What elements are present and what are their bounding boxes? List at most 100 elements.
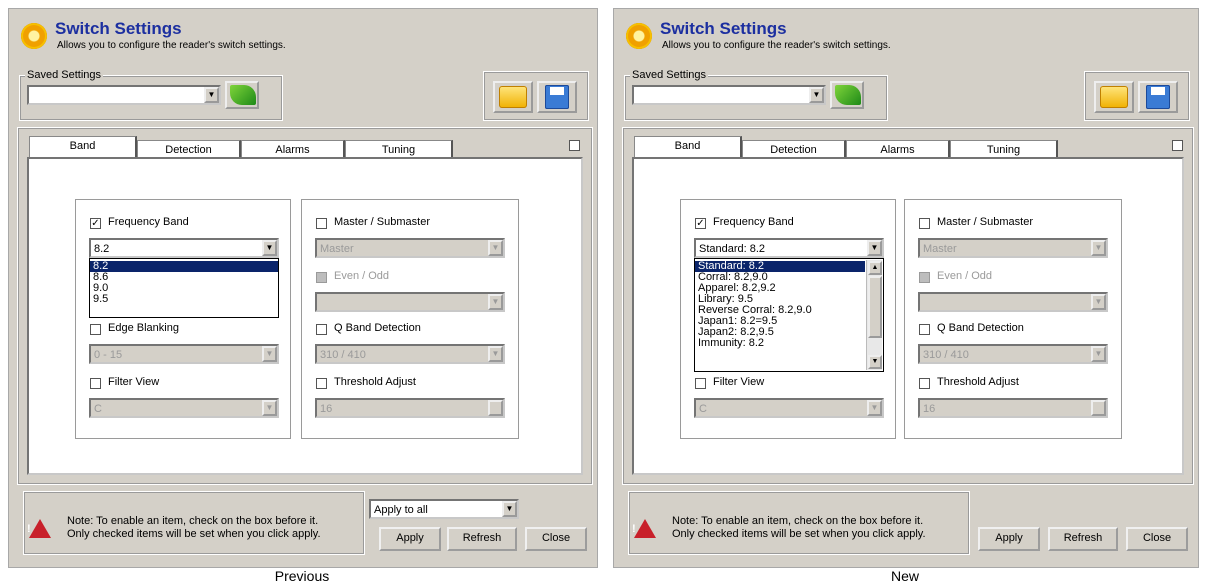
threshold-value: 16 (923, 403, 936, 415)
spinner-arrows[interactable] (1091, 400, 1106, 416)
frequency-band-label: Frequency Band (108, 216, 189, 228)
select-all-checkbox[interactable] (569, 140, 580, 151)
threshold-checkbox[interactable] (919, 378, 930, 389)
note-text-line1: Note: To enable an item, check on the bo… (67, 515, 319, 527)
note-text-line2: Only checked items will be set when you … (672, 528, 926, 540)
filter-view-select[interactable]: C ▼ (694, 398, 884, 418)
tab-alarms[interactable]: Alarms (846, 140, 950, 158)
tab-tuning[interactable]: Tuning (345, 140, 453, 158)
even-odd-select[interactable]: ▼ (918, 292, 1108, 312)
open-file-button[interactable] (1094, 81, 1134, 113)
filter-view-checkbox[interactable] (695, 378, 706, 389)
chevron-down-icon[interactable]: ▼ (1091, 240, 1106, 256)
edge-blanking-checkbox[interactable] (90, 324, 101, 335)
chevron-down-icon[interactable]: ▼ (867, 400, 882, 416)
chevron-down-icon[interactable]: ▼ (262, 240, 277, 256)
gear-icon (21, 23, 47, 49)
spinner-arrows[interactable] (488, 400, 503, 416)
even-odd-checkbox (919, 272, 930, 283)
warning-triangle-icon: ! (632, 519, 656, 538)
tab-band[interactable]: Band (634, 136, 742, 158)
frequency-band-checkbox[interactable]: ✓ (90, 218, 101, 229)
frequency-band-label: Frequency Band (713, 216, 794, 228)
even-odd-select[interactable]: ▼ (315, 292, 505, 312)
filter-view-checkbox[interactable] (90, 378, 101, 389)
chevron-down-icon[interactable]: ▼ (262, 400, 277, 416)
edge-blanking-select[interactable]: 0 - 15 ▼ (89, 344, 279, 364)
edge-blanking-value: 0 - 15 (94, 349, 123, 361)
q-band-select[interactable]: 310 / 410 ▼ (315, 344, 505, 364)
leaf-load-icon (230, 85, 256, 105)
chevron-down-icon[interactable]: ▼ (867, 240, 882, 256)
select-all-checkbox[interactable] (1172, 140, 1183, 151)
frequency-band-value: 8.2 (94, 243, 110, 255)
window-subtitle: Allows you to configure the reader's swi… (57, 40, 286, 51)
q-band-label: Q Band Detection (937, 322, 1024, 334)
scroll-up-icon[interactable]: ▲ (868, 261, 882, 275)
master-submaster-label: Master / Submaster (334, 216, 430, 228)
band-left-group: ✓ Frequency Band Standard: 8.2 ▼ Standar… (680, 199, 896, 439)
frequency-band-select[interactable]: Standard: 8.2 ▼ (694, 238, 884, 258)
q-band-select[interactable]: 310 / 410 ▼ (918, 344, 1108, 364)
tab-detection[interactable]: Detection (742, 140, 846, 158)
frequency-band-select[interactable]: 8.2 ▼ (89, 238, 279, 258)
open-file-button[interactable] (493, 81, 533, 113)
chevron-down-icon[interactable]: ▼ (262, 346, 277, 362)
filter-view-select[interactable]: C ▼ (89, 398, 279, 418)
chevron-down-icon[interactable]: ▼ (488, 294, 503, 310)
list-item[interactable]: 8.6 (90, 272, 278, 283)
list-item[interactable]: 9.0 (90, 283, 278, 294)
save-file-button[interactable] (537, 81, 577, 113)
refresh-button[interactable]: Refresh (1048, 527, 1118, 551)
list-item[interactable]: 8.2 (90, 261, 278, 272)
band-tab-content: ✓ Frequency Band Standard: 8.2 ▼ Standar… (632, 157, 1184, 475)
saved-settings-select[interactable]: ▼ (27, 85, 221, 105)
apply-button[interactable]: Apply (379, 527, 441, 551)
close-button[interactable]: Close (525, 527, 587, 551)
list-item[interactable]: 9.5 (90, 294, 278, 305)
switch-settings-window-new: Switch Settings Allows you to configure … (613, 8, 1199, 568)
tab-tuning[interactable]: Tuning (950, 140, 1058, 158)
warning-triangle-icon: ! (27, 519, 51, 538)
filter-view-value: C (94, 403, 102, 415)
chevron-down-icon[interactable]: ▼ (488, 346, 503, 362)
leaf-load-icon (835, 85, 861, 105)
master-submaster-select[interactable]: Master ▼ (315, 238, 505, 258)
master-submaster-checkbox[interactable] (316, 218, 327, 229)
chevron-down-icon[interactable]: ▼ (488, 240, 503, 256)
apply-scope-select[interactable]: Apply to all ▼ (369, 499, 519, 519)
chevron-down-icon[interactable]: ▼ (1091, 294, 1106, 310)
chevron-down-icon[interactable]: ▼ (502, 501, 517, 517)
threshold-spinner[interactable]: 16 (918, 398, 1108, 418)
threshold-label: Threshold Adjust (937, 376, 1019, 388)
saved-settings-select[interactable]: ▼ (632, 85, 826, 105)
frequency-band-dropdown-list: 8.2 8.6 9.0 9.5 (89, 258, 279, 318)
scroll-thumb[interactable] (868, 276, 882, 338)
threshold-checkbox[interactable] (316, 378, 327, 389)
apply-scope-value: Apply to all (374, 504, 428, 516)
threshold-spinner[interactable]: 16 (315, 398, 505, 418)
frequency-band-checkbox[interactable]: ✓ (695, 218, 706, 229)
q-band-checkbox[interactable] (919, 324, 930, 335)
tab-alarms[interactable]: Alarms (241, 140, 345, 158)
refresh-button[interactable]: Refresh (447, 527, 517, 551)
chevron-down-icon[interactable]: ▼ (809, 87, 824, 103)
close-button[interactable]: Close (1126, 527, 1188, 551)
q-band-checkbox[interactable] (316, 324, 327, 335)
master-submaster-value: Master (923, 243, 957, 255)
load-settings-button[interactable] (225, 81, 259, 109)
saved-settings-label: Saved Settings (25, 69, 103, 81)
dropdown-scrollbar[interactable]: ▲ ▼ (866, 260, 882, 370)
chevron-down-icon[interactable]: ▼ (1091, 346, 1106, 362)
save-file-button[interactable] (1138, 81, 1178, 113)
folder-icon (1100, 86, 1128, 108)
master-submaster-select[interactable]: Master ▼ (918, 238, 1108, 258)
tab-band[interactable]: Band (29, 136, 137, 158)
apply-button[interactable]: Apply (978, 527, 1040, 551)
load-settings-button[interactable] (830, 81, 864, 109)
tab-detection[interactable]: Detection (137, 140, 241, 158)
list-item[interactable]: Immunity: 8.2 (695, 338, 883, 349)
master-submaster-checkbox[interactable] (919, 218, 930, 229)
scroll-down-icon[interactable]: ▼ (868, 355, 882, 369)
chevron-down-icon[interactable]: ▼ (204, 87, 219, 103)
